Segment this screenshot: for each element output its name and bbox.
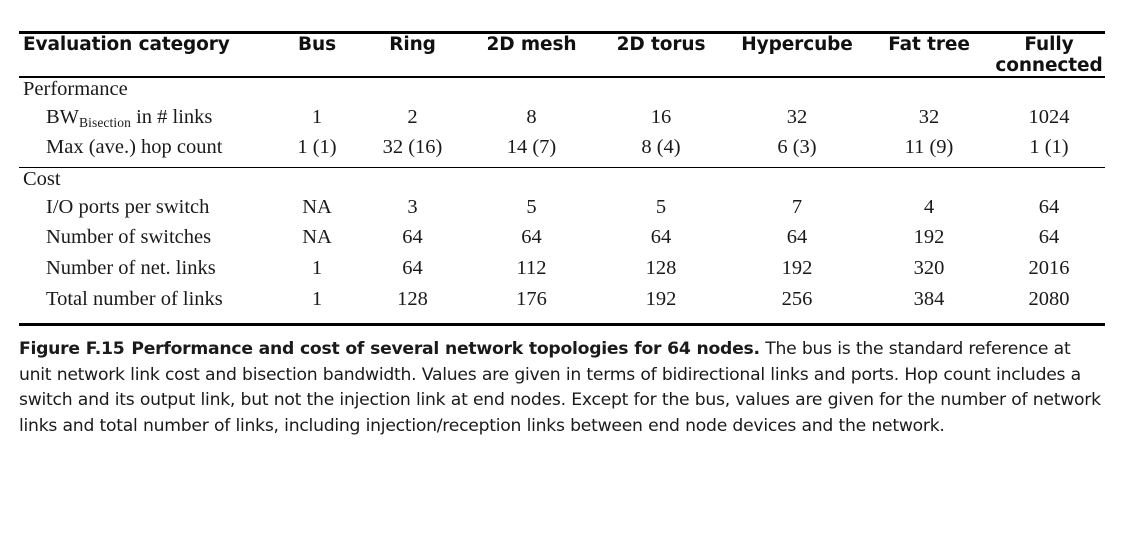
cell-hop-2d-mesh: 14 (7)	[506, 135, 557, 158]
cost-section-table: Cost I/O ports per switch NA 3 5 5 7 4 6…	[19, 168, 1109, 323]
column-header-hypercube: Hypercube	[741, 34, 853, 55]
cell-io-2d-torus: 5	[655, 196, 667, 218]
section-header-cost: Cost	[19, 168, 1109, 196]
table-row: Number of net. links 1 64 112 128 192 32…	[19, 257, 1109, 288]
column-header-2d-mesh: 2D mesh	[486, 34, 577, 55]
cell-switches-fat-tree: 192	[913, 226, 945, 248]
cell-bw-fully-connected: 1024	[1028, 105, 1070, 128]
performance-section-table: Performance BWBisection in # links 1 2 8…	[19, 78, 1109, 167]
cell-totallinks-fully-connected: 2080	[1028, 288, 1070, 310]
caption-title: Performance and cost of several network …	[131, 339, 760, 359]
cell-io-fat-tree: 4	[923, 196, 935, 218]
cell-netlinks-2d-mesh: 112	[516, 257, 547, 279]
column-header-2d-torus: 2D torus	[616, 34, 706, 55]
cell-io-ring: 3	[407, 196, 418, 218]
cell-hop-hypercube: 6 (3)	[777, 135, 817, 158]
row-label-bw-suffix: in # links	[130, 105, 213, 128]
cell-io-hypercube: 7	[791, 196, 803, 218]
topology-comparison-table: Evaluation category Bus Ring 2D mesh 2D …	[19, 34, 1109, 76]
cell-totallinks-fat-tree: 384	[913, 288, 945, 310]
row-label-io-ports: I/O ports per switch	[46, 196, 210, 218]
table-row: I/O ports per switch NA 3 5 5 7 4 64	[19, 196, 1109, 226]
cell-totallinks-hypercube: 256	[781, 288, 813, 310]
cell-netlinks-2d-torus: 128	[645, 257, 677, 279]
row-label-total-number-of-links: Total number of links	[46, 288, 223, 310]
section-title-performance: Performance	[23, 77, 128, 100]
figure-container: Evaluation category Bus Ring 2D mesh 2D …	[0, 31, 1124, 540]
table-header: Evaluation category Bus Ring 2D mesh 2D …	[19, 34, 1109, 76]
column-header-fully-connected: Fully connected	[995, 34, 1103, 76]
cell-bw-hypercube: 32	[786, 105, 808, 128]
cell-totallinks-2d-mesh: 176	[516, 288, 547, 310]
row-label-bw-prefix: BW	[46, 105, 80, 128]
cell-netlinks-hypercube: 192	[781, 257, 813, 279]
figure-caption: Figure F.15 Performance and cost of sever…	[19, 337, 1107, 439]
row-label-bw-subscript: Bisection	[79, 114, 131, 130]
cell-io-fully-connected: 64	[1038, 196, 1060, 218]
column-header-evaluation-category: Evaluation category	[23, 34, 230, 55]
cell-netlinks-ring: 64	[402, 257, 423, 279]
column-header-ring: Ring	[389, 34, 436, 55]
cell-switches-bus: NA	[302, 226, 332, 248]
table-header-row: Evaluation category Bus Ring 2D mesh 2D …	[19, 34, 1109, 76]
performance-section-body: Performance BWBisection in # links 1 2 8…	[19, 78, 1109, 167]
cell-io-bus: NA	[302, 196, 332, 218]
row-label-number-of-switches: Number of switches	[46, 226, 212, 248]
section-title-cost: Cost	[23, 168, 61, 190]
section-header-performance: Performance	[19, 78, 1109, 106]
column-header-bus: Bus	[298, 34, 336, 55]
table-row: Number of switches NA 64 64 64 64 192 64	[19, 226, 1109, 257]
column-header-fat-tree: Fat tree	[888, 34, 970, 55]
cell-hop-2d-torus: 8 (4)	[641, 135, 681, 158]
cell-netlinks-fat-tree: 320	[913, 257, 945, 279]
table-row: BWBisection in # links 1 2 8 16 32 32 10…	[19, 106, 1109, 136]
table-row: Total number of links 1 128 176 192 256 …	[19, 288, 1109, 319]
cost-section-body: Cost I/O ports per switch NA 3 5 5 7 4 6…	[19, 168, 1109, 323]
cell-hop-ring: 32 (16)	[382, 135, 443, 158]
cell-totallinks-ring: 128	[397, 288, 428, 310]
cell-hop-fat-tree: 11 (9)	[904, 135, 954, 158]
row-label-hop-count: Max (ave.) hop count	[46, 135, 223, 158]
cell-bw-2d-mesh: 8	[526, 105, 537, 128]
cell-switches-2d-torus: 64	[650, 226, 672, 248]
cell-hop-fully-connected: 1 (1)	[1029, 135, 1069, 158]
cell-switches-ring: 64	[402, 226, 423, 248]
cell-io-2d-mesh: 5	[526, 196, 537, 218]
cell-switches-2d-mesh: 64	[521, 226, 542, 248]
row-label-bw-bisection: BWBisection in # links	[19, 106, 275, 136]
cell-netlinks-bus: 1	[311, 257, 323, 279]
cell-bw-ring: 2	[407, 105, 418, 128]
table-bottom-rule	[19, 323, 1105, 326]
cell-switches-fully-connected: 64	[1038, 226, 1060, 248]
row-label-number-of-net-links: Number of net. links	[46, 257, 216, 279]
caption-figure-number: Figure F.15	[19, 339, 125, 359]
table-row: Max (ave.) hop count 1 (1) 32 (16) 14 (7…	[19, 136, 1109, 167]
cell-totallinks-2d-torus: 192	[645, 288, 677, 310]
cell-bw-fat-tree: 32	[918, 105, 940, 128]
cell-hop-bus: 1 (1)	[297, 135, 337, 158]
cell-switches-hypercube: 64	[786, 226, 808, 248]
cell-totallinks-bus: 1	[311, 288, 323, 310]
cell-bw-bus: 1	[311, 105, 323, 128]
cell-netlinks-fully-connected: 2016	[1028, 257, 1070, 279]
cell-bw-2d-torus: 16	[650, 105, 672, 128]
